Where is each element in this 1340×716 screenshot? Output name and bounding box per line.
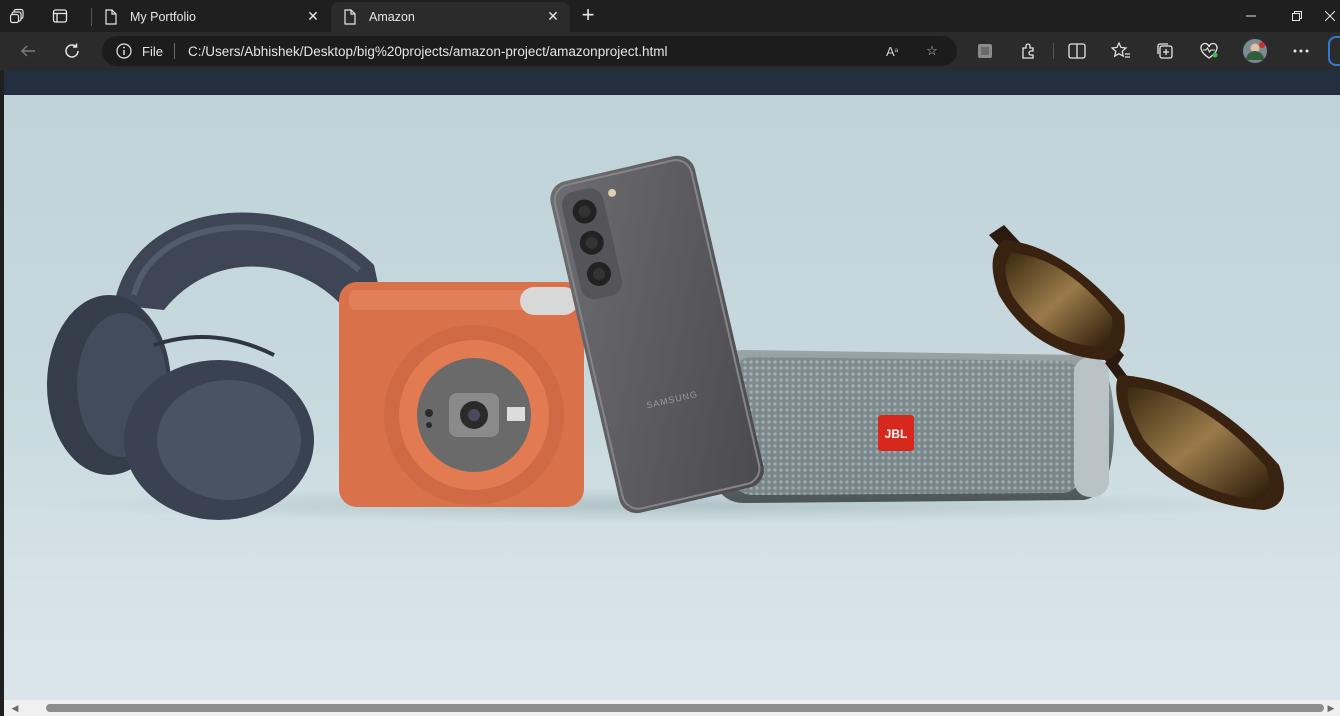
browser-titlebar: My Portfolio ✕ Amazon ✕ + bbox=[0, 0, 1340, 32]
copilot-icon[interactable] bbox=[1328, 36, 1340, 66]
tab-my-portfolio[interactable]: My Portfolio ✕ bbox=[92, 2, 330, 32]
extension-square-icon[interactable] bbox=[971, 37, 999, 65]
collections-icon[interactable] bbox=[1151, 37, 1179, 65]
scroll-left-arrow[interactable]: ◀ bbox=[10, 703, 20, 713]
back-arrow-icon[interactable] bbox=[13, 36, 43, 66]
toolbar-divider bbox=[1053, 43, 1054, 59]
scrollbar-thumb[interactable] bbox=[46, 704, 1324, 712]
address-divider bbox=[174, 43, 175, 59]
minimize-button[interactable] bbox=[1228, 0, 1274, 32]
tab-actions bbox=[0, 0, 78, 32]
tab-label: My Portfolio bbox=[130, 10, 196, 24]
read-aloud-icon[interactable]: Aᵃ bbox=[882, 41, 902, 61]
refresh-icon[interactable] bbox=[57, 36, 87, 66]
close-tab-icon[interactable]: ✕ bbox=[306, 8, 320, 24]
tab-label: Amazon bbox=[369, 10, 415, 24]
browser-essentials-icon[interactable] bbox=[1195, 37, 1223, 65]
workspaces-icon[interactable] bbox=[0, 0, 36, 32]
address-bar[interactable]: File C:/Users/Abhishek/Desktop/big%20pro… bbox=[102, 36, 957, 66]
favorite-star-icon[interactable]: ☆ bbox=[922, 41, 942, 61]
close-window-button[interactable] bbox=[1320, 0, 1340, 32]
profile-avatar[interactable] bbox=[1241, 37, 1269, 65]
restore-button[interactable] bbox=[1274, 0, 1320, 32]
hero-image: JBL SAMSUNG bbox=[44, 155, 1284, 523]
page-viewport: JBL SAMSUNG bbox=[4, 70, 1340, 700]
scheme-label: File bbox=[142, 44, 163, 59]
split-screen-icon[interactable] bbox=[1063, 37, 1091, 65]
speaker-brand-logo: JBL bbox=[885, 427, 908, 441]
speaker-image: JBL bbox=[704, 350, 1114, 503]
hero-banner[interactable]: JBL SAMSUNG bbox=[4, 95, 1340, 700]
more-options-icon[interactable] bbox=[1287, 37, 1315, 65]
amazon-nav-strip bbox=[4, 70, 1340, 95]
headphones-image bbox=[47, 212, 389, 520]
vertical-tabs-icon[interactable] bbox=[42, 0, 78, 32]
tab-amazon[interactable]: Amazon ✕ bbox=[331, 2, 570, 32]
extensions-puzzle-icon[interactable] bbox=[1015, 37, 1043, 65]
instant-camera-image bbox=[339, 282, 584, 507]
scroll-right-arrow[interactable]: ▶ bbox=[1326, 703, 1336, 713]
site-info-icon[interactable] bbox=[116, 43, 132, 64]
new-tab-button[interactable]: + bbox=[576, 4, 600, 28]
browser-toolbar: File C:/Users/Abhishek/Desktop/big%20pro… bbox=[0, 32, 1340, 70]
url-text[interactable]: C:/Users/Abhishek/Desktop/big%20projects… bbox=[188, 44, 667, 59]
page-icon bbox=[343, 9, 359, 25]
close-tab-icon[interactable]: ✕ bbox=[546, 8, 560, 24]
page-icon bbox=[104, 9, 120, 25]
horizontal-scrollbar[interactable]: ◀ ▶ bbox=[4, 700, 1340, 716]
favorites-icon[interactable] bbox=[1107, 37, 1135, 65]
